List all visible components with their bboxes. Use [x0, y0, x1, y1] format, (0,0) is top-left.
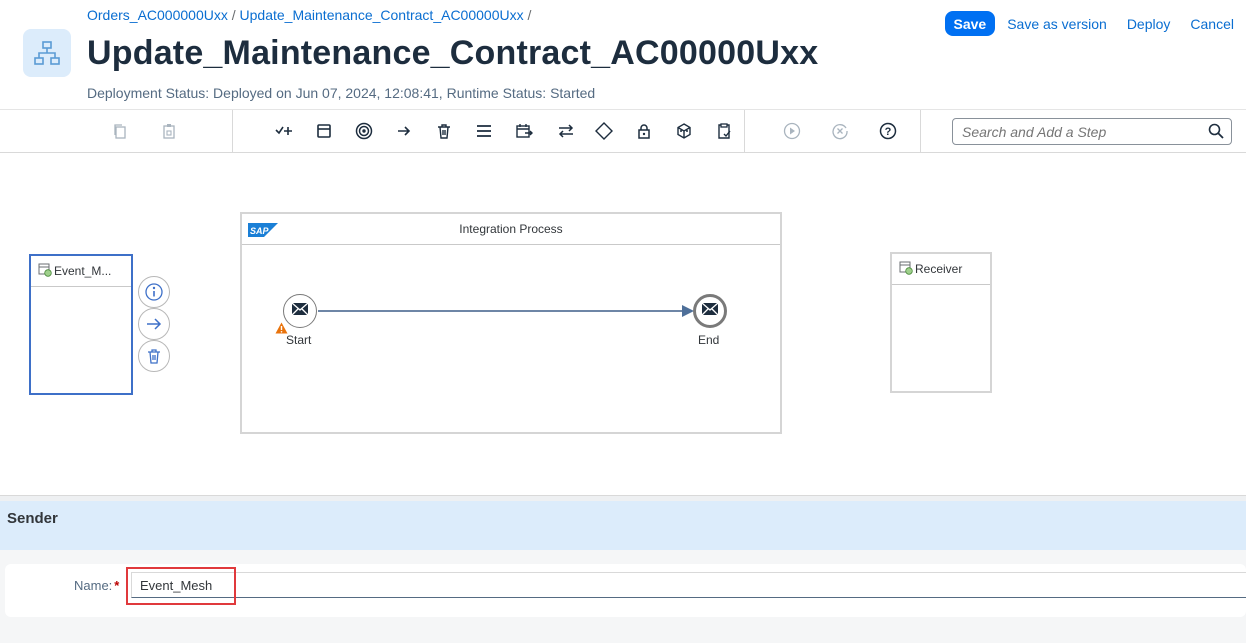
delete-participant-button[interactable] — [138, 340, 170, 372]
deploy-button[interactable]: Deploy — [1119, 11, 1179, 36]
integration-flow-icon — [23, 29, 71, 77]
page-header: Orders_AC000000Uxx / Update_Maintenance_… — [0, 0, 1246, 110]
deployment-status: Deployment Status: Deployed on Jun 07, 2… — [87, 85, 596, 101]
end-event[interactable] — [693, 294, 727, 328]
process-header: SAP Integration Process — [242, 214, 780, 245]
required-marker: * — [114, 578, 120, 593]
process-title: Integration Process — [459, 222, 563, 236]
participant-icon — [38, 263, 52, 280]
envelope-icon — [291, 302, 309, 321]
receiver-header: Receiver — [892, 254, 990, 285]
cancel-button[interactable]: Cancel — [1182, 11, 1242, 36]
cancel-run-icon[interactable] — [828, 119, 852, 143]
clipboard-check-icon[interactable] — [712, 119, 736, 143]
help-icon[interactable]: ? — [876, 119, 900, 143]
arrow-connector-icon[interactable] — [392, 119, 416, 143]
connect-arrow-button[interactable] — [138, 308, 170, 340]
add-step-icon[interactable] — [272, 119, 296, 143]
start-label: Start — [286, 333, 312, 347]
delete-icon[interactable] — [432, 119, 456, 143]
end-label: End — [698, 333, 720, 347]
step-search — [952, 118, 1232, 145]
save-button[interactable]: Save — [944, 11, 996, 36]
search-input[interactable] — [953, 119, 1193, 144]
lock-icon[interactable] — [632, 119, 656, 143]
name-input[interactable] — [131, 572, 1246, 598]
paste-icon[interactable] — [157, 119, 181, 143]
search-icon[interactable] — [1208, 123, 1224, 144]
participant-icon[interactable] — [312, 119, 336, 143]
exchange-icon[interactable] — [554, 119, 578, 143]
menu-icon[interactable] — [472, 119, 496, 143]
process-icon[interactable] — [352, 119, 376, 143]
breadcrumb: Orders_AC000000Uxx / Update_Maintenance_… — [87, 7, 531, 23]
sender-label: Event_M... — [54, 264, 112, 278]
participant-icon — [899, 261, 913, 278]
save-as-version-button[interactable]: Save as version — [999, 11, 1115, 36]
flow-canvas[interactable]: Event_M... SAP Integration Process Start… — [0, 153, 1246, 495]
properties-header: Sender — [0, 501, 1246, 550]
sender-participant[interactable]: Event_M... — [29, 254, 133, 395]
info-button[interactable] — [138, 276, 170, 308]
sequence-flow[interactable] — [318, 310, 692, 312]
receiver-label: Receiver — [915, 262, 963, 276]
copy-icon[interactable] — [108, 119, 132, 143]
start-event[interactable] — [283, 294, 317, 328]
envelope-icon — [701, 302, 719, 321]
breadcrumb-separator: / — [231, 7, 236, 23]
sender-header: Event_M... — [31, 256, 131, 287]
header-actions: Save Save as version Deploy Cancel — [944, 11, 1243, 36]
toolbar-separator — [744, 110, 745, 152]
receiver-participant[interactable]: Receiver — [890, 252, 992, 393]
properties-title: Sender — [7, 510, 58, 527]
event-icon[interactable] — [512, 119, 536, 143]
run-icon[interactable] — [780, 119, 804, 143]
integration-process[interactable]: SAP Integration Process Start End — [240, 212, 782, 434]
svg-text:?: ? — [885, 126, 892, 138]
breadcrumb-separator: / — [527, 7, 532, 23]
gateway-icon[interactable] — [592, 119, 616, 143]
breadcrumb-link-orders[interactable]: Orders_AC000000Uxx — [87, 7, 228, 23]
cube-icon[interactable] — [672, 119, 696, 143]
name-label-text: Name: — [74, 578, 113, 593]
toolbar-separator — [232, 110, 233, 152]
properties-body: Name: * — [0, 550, 1246, 643]
toolbar-separator — [920, 110, 921, 152]
page-title: Update_Maintenance_Contract_AC00000Uxx — [87, 34, 819, 72]
breadcrumb-link-flow[interactable]: Update_Maintenance_Contract_AC00000Uxx — [240, 7, 524, 23]
editor-toolbar: ? — [0, 110, 1246, 153]
name-field-label: Name: * — [74, 578, 119, 593]
integration-flow-editor: Orders_AC000000Uxx / Update_Maintenance_… — [0, 0, 1246, 643]
